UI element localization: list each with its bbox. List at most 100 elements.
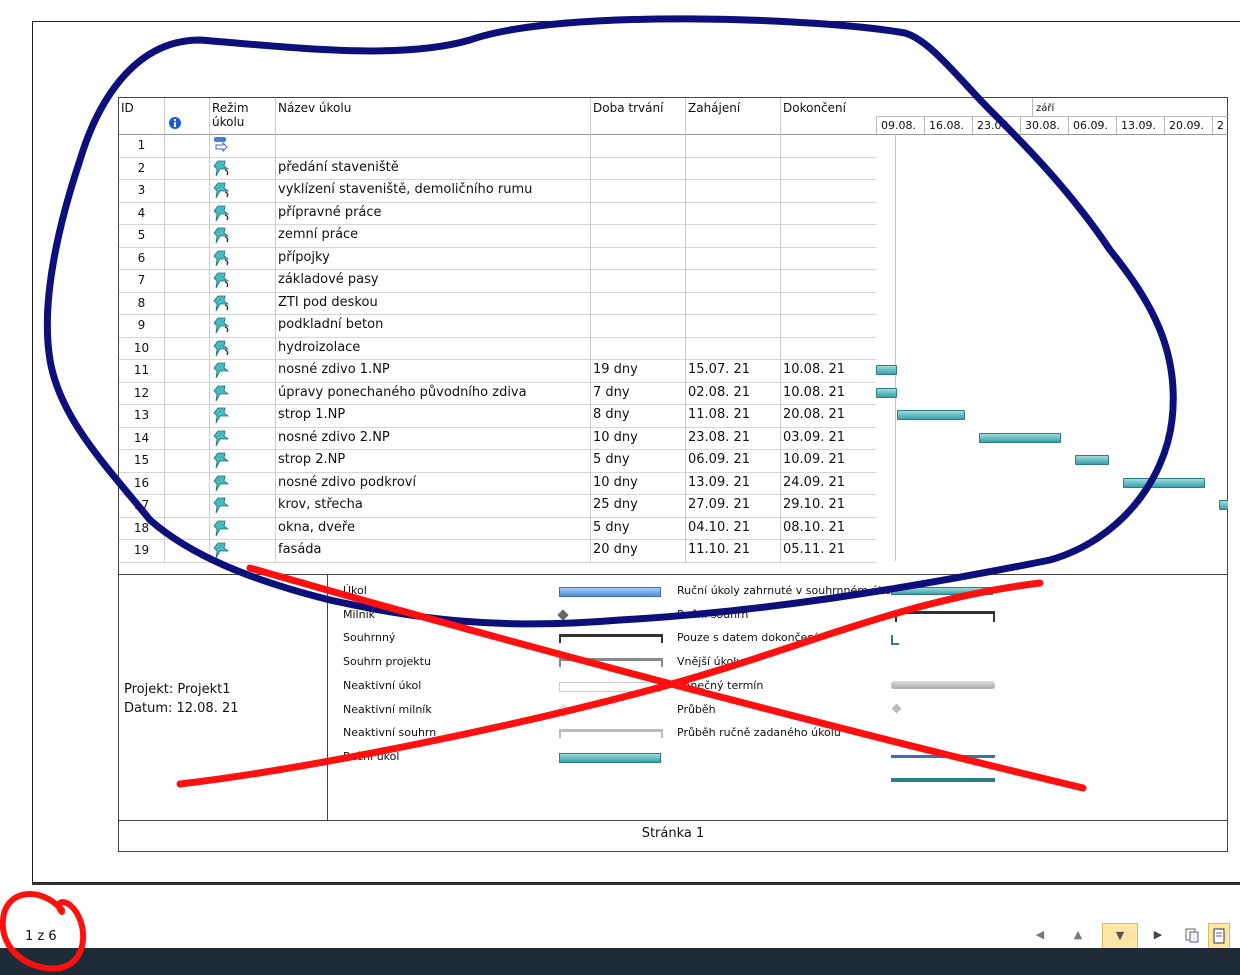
gantt-bar[interactable]	[876, 365, 897, 375]
manual-pin-icon	[213, 295, 230, 311]
task-start: 15.07. 21	[686, 359, 781, 382]
task-name: fasáda	[276, 539, 591, 562]
table-row[interactable]: 8 ZTI pod deskou	[119, 291, 876, 315]
task-end	[781, 292, 876, 315]
table-row[interactable]: 12 úpravy ponechaného původního zdiva 7 dn…	[119, 381, 876, 405]
task-info	[165, 336, 210, 359]
legend-label: Průběh ručně zadaného úkolu	[677, 726, 841, 740]
legend-label: Milník	[343, 607, 376, 621]
task-duration: 5 dny	[591, 449, 686, 472]
task-duration: 25 dny	[591, 494, 686, 517]
table-row[interactable]: 11 nosné zdivo 1.NP 19 dny 15.07. 21 10.08. …	[119, 359, 876, 383]
task-duration	[591, 134, 686, 157]
task-id: 16	[119, 471, 165, 494]
gantt-bar[interactable]	[1122, 477, 1206, 488]
status-bar: 1 z 6 ◀ ▲ ▼ ▶	[0, 905, 1240, 950]
legend-label: Ruční souhrn	[677, 607, 749, 621]
table-row[interactable]: 13 strop 1.NP 8 dny 11.08. 21 20.08. 21	[119, 404, 876, 428]
timeline-week-label: 20.09.	[1164, 116, 1212, 134]
manual-pin-icon	[213, 317, 230, 334]
table-row[interactable]: 16 nosné zdivo podkroví 10 dny 13.09. 21 24.…	[119, 471, 876, 495]
task-name	[276, 134, 591, 157]
legend-label: Neaktivní souhrn	[343, 726, 437, 740]
timeline-month-label: září	[1036, 103, 1055, 114]
task-id: 10	[119, 336, 165, 359]
legend-symbol	[891, 778, 995, 782]
legend-symbol	[559, 752, 661, 763]
table-row[interactable]: 7 základové pasy	[119, 269, 876, 293]
table-row[interactable]: 19 fasáda 20 dny 11.10. 21 05.11. 21	[119, 539, 876, 563]
task-start: 02.08. 21	[686, 381, 781, 404]
last-page-button[interactable]: ▶	[1148, 923, 1168, 947]
task-id: 14	[119, 426, 165, 449]
task-start: 04.10. 21	[686, 516, 781, 539]
task-end	[781, 202, 876, 225]
task-info	[165, 381, 210, 404]
task-end: 10.09. 21	[783, 452, 846, 467]
task-start: 11.08. 21	[686, 404, 781, 427]
multi-page-view-button[interactable]	[1182, 923, 1202, 947]
task-start	[686, 224, 781, 247]
task-duration	[591, 246, 686, 269]
table-row[interactable]: 17 krov, střecha 25 dny 27.09. 21 29.10. 21	[119, 494, 876, 518]
first-page-button[interactable]: ◀	[1030, 923, 1050, 947]
task-mode	[210, 246, 276, 269]
task-id: 11	[119, 359, 165, 382]
task-duration	[591, 156, 686, 179]
task-end	[781, 157, 876, 180]
task-id: 17	[119, 494, 165, 517]
task-mode	[210, 291, 276, 314]
table-row[interactable]: 6 přípojky	[119, 246, 876, 270]
table-row[interactable]: 14 nosné zdivo 2.NP 10 dny 23.08. 21 03.09. …	[119, 426, 876, 450]
gantt-bar[interactable]	[1218, 500, 1228, 510]
task-mode	[210, 179, 276, 202]
task-mode	[210, 201, 276, 224]
task-info	[165, 201, 210, 224]
timeline-week-label: 09.08.	[876, 116, 924, 134]
table-row[interactable]: 5 zemní práce	[119, 224, 876, 248]
task-mode	[210, 404, 276, 427]
col-id-header: ID	[119, 98, 165, 134]
manual-pin-icon	[213, 205, 230, 221]
task-mode	[210, 426, 276, 449]
manual-pin-icon	[213, 407, 230, 424]
task-name: hydroizolace	[276, 336, 591, 359]
task-duration: 7 dny	[591, 381, 686, 404]
manual-pin-icon	[213, 520, 230, 536]
task-start	[686, 179, 781, 202]
gantt-bar[interactable]	[896, 410, 966, 420]
table-row[interactable]: 1	[119, 134, 876, 158]
task-end	[781, 179, 876, 202]
page-footer: Stránka 1	[641, 826, 705, 841]
table-row[interactable]: 3 vyklízení staveniště, demoličního rumu	[119, 179, 876, 203]
prev-page-button[interactable]: ▲	[1068, 923, 1088, 947]
task-mode	[210, 314, 276, 337]
manual-pin-icon	[213, 542, 230, 559]
legend-label: Souhrnný	[343, 631, 396, 645]
manual-pin-icon	[213, 497, 230, 514]
legend-label: Úkol	[343, 584, 367, 597]
task-info	[165, 449, 210, 472]
task-id: 8	[119, 291, 165, 314]
table-row[interactable]: 4 přípravné práce	[119, 201, 876, 225]
table-row[interactable]: 10 hydroizolace	[119, 336, 876, 360]
task-start: 27.09. 21	[686, 494, 781, 517]
project-info: Projekt: Projekt1 Datum: 12.08. 21	[124, 680, 239, 718]
page-count: 1 z 6	[25, 929, 57, 944]
task-end: 03.09. 21	[783, 429, 846, 445]
gantt-bar[interactable]	[978, 432, 1062, 443]
legend-symbol	[891, 587, 993, 595]
next-page-button[interactable]: ▼	[1102, 923, 1138, 949]
table-row[interactable]: 15 strop 2.NP 5 dny 06.09. 21 10.09. 21	[119, 449, 876, 473]
table-row[interactable]: 9 podkladní beton	[119, 314, 876, 338]
single-page-view-button[interactable]	[1208, 923, 1230, 949]
gantt-bar[interactable]	[1074, 455, 1110, 465]
legend-symbol	[895, 611, 995, 622]
legend-symbol	[891, 728, 899, 738]
table-row[interactable]: 18 okna, dveře 5 dny 04.10. 21 08.10. 21	[119, 516, 876, 540]
timeline-weeks-row: 09.08. 16.08. 23.08. 30.08. 06.09. 13.09. 20.0…	[876, 116, 1228, 135]
gantt-bar[interactable]	[876, 387, 897, 398]
task-info	[165, 404, 210, 427]
legend-label: Neaktivní milník	[343, 702, 432, 716]
table-row[interactable]: 2 předání staveniště	[119, 156, 876, 180]
